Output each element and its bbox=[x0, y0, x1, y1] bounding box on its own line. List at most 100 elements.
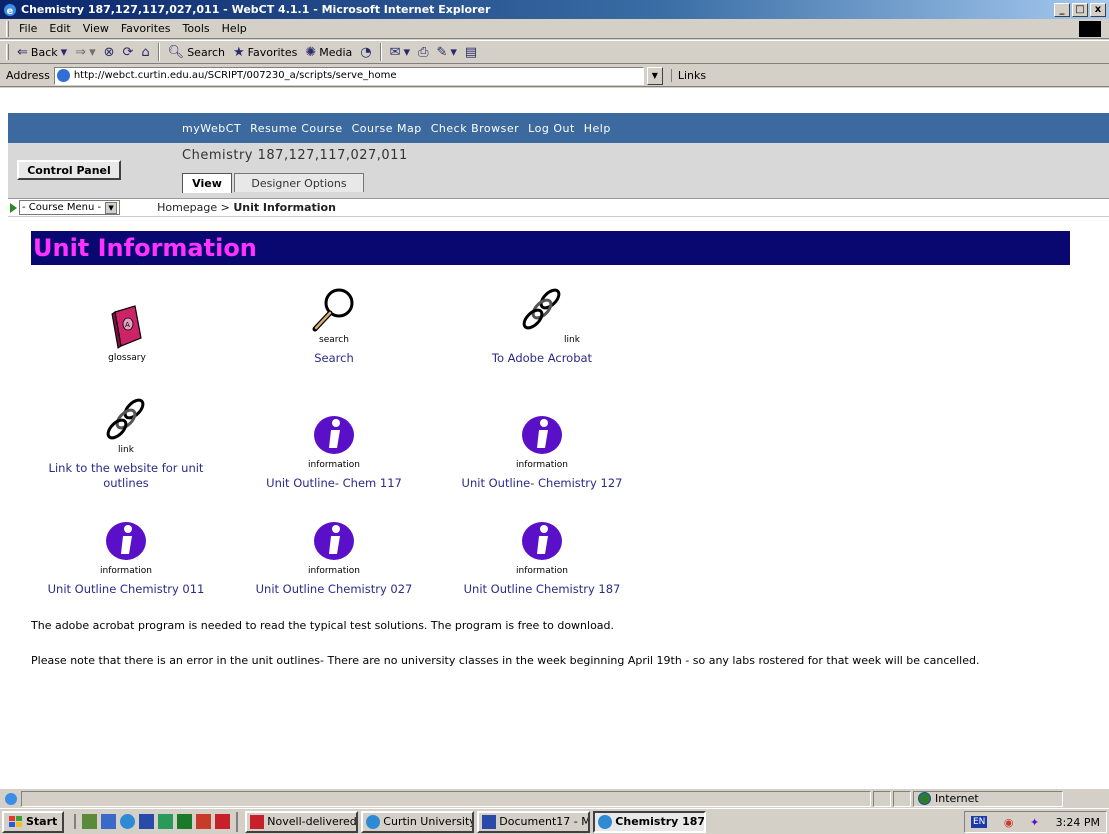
print-button[interactable]: ⎙ bbox=[414, 45, 432, 60]
favorites-button[interactable]: ★ Favorites bbox=[229, 45, 301, 60]
desktop-icon[interactable] bbox=[82, 814, 98, 829]
media-button[interactable]: ✺ Media bbox=[301, 45, 356, 60]
stop-icon: ⊗ bbox=[103, 44, 115, 60]
chain-link-icon[interactable] bbox=[101, 394, 151, 444]
search-magnifier-icon[interactable] bbox=[309, 284, 359, 334]
windows-taskbar: Start Novell-delivered Applica... Curtin… bbox=[0, 808, 1109, 834]
information-icon[interactable] bbox=[101, 515, 151, 565]
tab-view[interactable]: View bbox=[182, 173, 232, 193]
tile-search[interactable]: search Search bbox=[244, 284, 424, 366]
acrobat-icon[interactable] bbox=[215, 814, 231, 829]
menu-help[interactable]: Help bbox=[216, 22, 253, 35]
outlook-icon[interactable] bbox=[158, 814, 174, 829]
address-input[interactable]: http://webct.curtin.edu.au/SCRIPT/007230… bbox=[53, 66, 644, 85]
tile-caption: search bbox=[319, 335, 349, 345]
nav-resume-course[interactable]: Resume Course bbox=[250, 122, 343, 135]
task-chemistry[interactable]: Chemistry 187,127,1... bbox=[593, 810, 707, 833]
mail-button[interactable]: ✉ ▾ bbox=[386, 45, 414, 60]
information-icon[interactable] bbox=[517, 515, 567, 565]
chevron-down-icon: ▾ bbox=[403, 44, 411, 60]
clock: 3:24 PM bbox=[1055, 815, 1100, 829]
edit-icon: ✎ bbox=[436, 44, 448, 60]
tile-unit-outlines-link[interactable]: link Link to the website for unit outlin… bbox=[36, 394, 216, 491]
unit-outline-chem-187-link[interactable]: Unit Outline Chemistry 187 bbox=[464, 582, 621, 597]
course-menu-select[interactable]: - Course Menu - ▼ bbox=[19, 200, 121, 215]
search-button[interactable]: 🔍︎ Search bbox=[164, 45, 229, 60]
course-title: Chemistry 187,127,117,027,011 bbox=[182, 148, 408, 163]
maximize-button[interactable]: □ bbox=[1072, 2, 1088, 17]
toolbar-grip bbox=[6, 20, 9, 37]
excel-icon[interactable] bbox=[177, 814, 193, 829]
nav-help[interactable]: Help bbox=[584, 122, 611, 135]
menu-favorites[interactable]: Favorites bbox=[115, 22, 177, 35]
unit-outline-chem-127-link[interactable]: Unit Outline- Chemistry 127 bbox=[462, 476, 623, 491]
discuss-button[interactable]: ▤ bbox=[461, 45, 481, 60]
tile-caption: information bbox=[308, 460, 360, 470]
powerpoint-icon[interactable] bbox=[196, 814, 212, 829]
tile-outline-chem-187[interactable]: information Unit Outline Chemistry 187 bbox=[452, 515, 632, 597]
windows-logo-icon bbox=[1079, 21, 1101, 37]
menu-file[interactable]: File bbox=[13, 22, 43, 35]
tab-designer-options[interactable]: Designer Options bbox=[234, 173, 364, 192]
menu-tools[interactable]: Tools bbox=[177, 22, 216, 35]
nav-check-browser[interactable]: Check Browser bbox=[431, 122, 519, 135]
chain-link-icon[interactable] bbox=[517, 284, 567, 334]
tile-outline-chem-027[interactable]: information Unit Outline Chemistry 027 bbox=[244, 515, 424, 597]
task-curtin[interactable]: Curtin University of Tec... bbox=[361, 810, 475, 833]
adobe-acrobat-link[interactable]: To Adobe Acrobat bbox=[492, 351, 592, 366]
refresh-button[interactable]: ⟳ bbox=[119, 45, 138, 60]
task-novell[interactable]: Novell-delivered Applica... bbox=[245, 810, 359, 833]
unit-outline-chem-011-link[interactable]: Unit Outline Chemistry 011 bbox=[48, 582, 205, 597]
course-menu[interactable]: - Course Menu - ▼ bbox=[10, 200, 121, 215]
history-button[interactable]: ◔ bbox=[356, 45, 375, 60]
information-icon[interactable] bbox=[517, 409, 567, 459]
address-dropdown-button[interactable]: ▼ bbox=[646, 66, 663, 85]
chevron-down-icon: ▾ bbox=[60, 44, 68, 60]
tile-outline-chem-127[interactable]: information Unit Outline- Chemistry 127 bbox=[452, 409, 632, 491]
task-document17[interactable]: Document17 - Microsoft... bbox=[477, 810, 591, 833]
glossary-book-icon[interactable]: A bbox=[102, 302, 152, 352]
links-button[interactable]: Links bbox=[670, 69, 706, 82]
stop-button[interactable]: ⊗ bbox=[100, 45, 119, 60]
tile-caption: information bbox=[308, 566, 360, 576]
address-label: Address bbox=[6, 69, 50, 82]
back-button[interactable]: ⇐ Back ▾ bbox=[13, 45, 71, 60]
close-button[interactable]: x bbox=[1090, 2, 1106, 17]
network-icon[interactable]: ◉ bbox=[1004, 816, 1014, 829]
internet-explorer-icon[interactable] bbox=[120, 814, 136, 829]
nav-mywebct[interactable]: myWebCT bbox=[182, 122, 241, 135]
language-indicator[interactable]: EN bbox=[971, 816, 988, 828]
tile-outline-chem-011[interactable]: information Unit Outline Chemistry 011 bbox=[36, 515, 216, 597]
information-icon[interactable] bbox=[309, 409, 359, 459]
breadcrumb-home-link[interactable]: Homepage bbox=[157, 201, 217, 214]
search-icon[interactable] bbox=[101, 814, 117, 829]
tile-glossary[interactable]: A glossary bbox=[37, 302, 217, 365]
menu-edit[interactable]: Edit bbox=[43, 22, 76, 35]
unit-outlines-website-link[interactable]: Link to the website for unit outlines bbox=[36, 461, 216, 491]
home-button[interactable]: ⌂ bbox=[137, 45, 153, 60]
svg-text:A: A bbox=[125, 321, 130, 329]
expand-arrow-icon[interactable] bbox=[10, 202, 17, 213]
information-icon[interactable] bbox=[309, 515, 359, 565]
edit-button[interactable]: ✎ ▾ bbox=[432, 45, 460, 60]
forward-button[interactable]: ⇒ ▾ bbox=[71, 45, 99, 60]
start-button[interactable]: Start bbox=[2, 810, 65, 833]
tile-outline-chem-117[interactable]: information Unit Outline- Chem 117 bbox=[244, 409, 424, 491]
nav-course-map[interactable]: Course Map bbox=[352, 122, 422, 135]
word-icon bbox=[482, 814, 497, 829]
forward-arrow-icon: ⇒ bbox=[75, 44, 87, 60]
control-panel-button[interactable]: Control Panel bbox=[17, 160, 121, 180]
mail-icon: ✉ bbox=[389, 44, 401, 60]
search-link[interactable]: Search bbox=[314, 351, 354, 366]
discuss-icon: ▤ bbox=[464, 44, 478, 60]
minimize-button[interactable]: _ bbox=[1054, 2, 1070, 17]
unit-outline-chem-027-link[interactable]: Unit Outline Chemistry 027 bbox=[256, 582, 413, 597]
nav-log-out[interactable]: Log Out bbox=[528, 122, 575, 135]
page-status-icon bbox=[5, 792, 17, 805]
tray-app-icon[interactable]: ✦ bbox=[1030, 816, 1039, 829]
tile-adobe-link[interactable]: link To Adobe Acrobat bbox=[452, 284, 632, 366]
word-icon[interactable] bbox=[139, 814, 155, 829]
chevron-down-icon: ▾ bbox=[450, 44, 457, 60]
menu-view[interactable]: View bbox=[77, 22, 115, 35]
unit-outline-chem-117-link[interactable]: Unit Outline- Chem 117 bbox=[266, 476, 402, 491]
